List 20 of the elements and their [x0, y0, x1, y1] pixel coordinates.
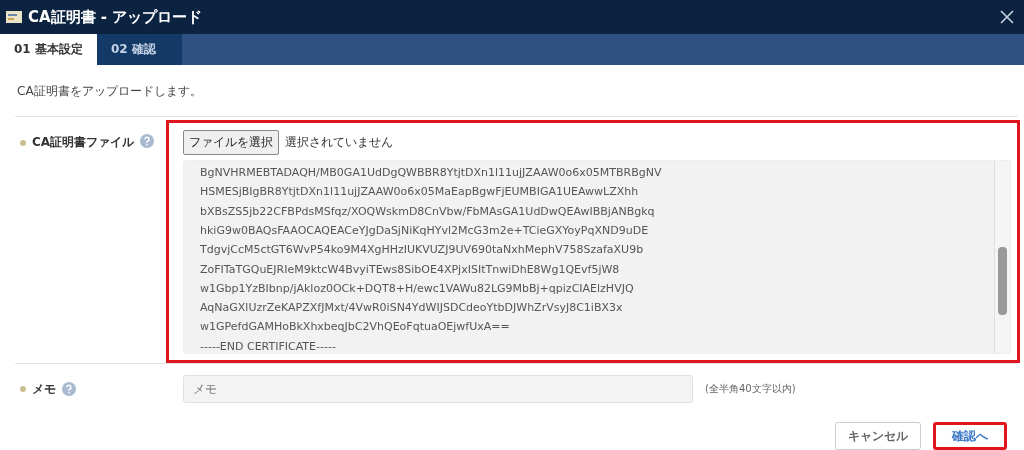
bullet-icon	[20, 386, 26, 392]
certificate-icon	[6, 11, 22, 23]
close-icon[interactable]	[999, 9, 1015, 25]
choose-file-button[interactable]: ファイルを選択	[183, 130, 279, 156]
bullet-icon	[20, 140, 26, 147]
window-title: CA証明書 - アップロード	[28, 7, 204, 27]
memo-input[interactable]: メモ	[183, 375, 693, 403]
hint-text: (全半角40文字以内)	[705, 382, 796, 396]
cancel-button[interactable]: キャンセル	[835, 422, 921, 450]
description-text: CA証明書をアップロードします。	[17, 84, 202, 99]
field-label: メモ	[32, 380, 56, 398]
field-label: CA証明書ファイル	[32, 134, 135, 152]
help-icon[interactable]	[62, 382, 76, 396]
step-tab[interactable]: 01 基本設定	[0, 34, 97, 66]
scrollbar[interactable]	[994, 161, 1010, 354]
file-status-text: 選択されていません	[285, 134, 393, 152]
certificate-textarea[interactable]: BgNVHRMEBTADAQH/MB0GA1UdDgQWBBR8YtjtDXn1l11ujJZAAW0o6x05MTBRBgNV HSMESjBIgBR8YtjtDXn1l11ujJZAAW0o6x05MaEapBgwFjEUMBIGA1UEAwwLZXhh bXBsZS5jb22CFBPdsMSfqz/XOQWskmD8CnVbw/FbMAsGA1UdDwQEAwIBBjANBgkq hkiG9w0BAQsFAAOCAQEACeYJgDaSjNiKqHYvl2McG3m2e+TCieGXYoyPqXND9uDE TdgvjCcM5ctGT6WvP54ko9M4XgHHzIUKVUZJ9UV690taNxhMephV758SzafaXU9b ZoFITaTGQuEJRIeM9ktcW4BvyiTEws8SibOE4XPjxISItTnwiDhE8Wg1QEvf5jW8 w1Gbp1YzBIbnp/jAkloz0OCk+DQT8+H/ewc1VAWu82LG9MbBj+qpizCIAElzHVJQ AqNaGXlUzrZeKAPZXfJMxt/4VwR0iSN4YdWIJSDCdeoYtbDJWhZrVsyJ8C1iBX3x w1GPefdGAMHoBkXhxbeqJbC2VhQEoFqtuaOEjwfUxA== -----END CERTIFICATE-----	[183, 160, 1011, 355]
help-icon[interactable]	[140, 134, 155, 149]
step-tab[interactable]: 02 確認	[96, 34, 182, 66]
confirm-button[interactable]: 確認へ	[933, 422, 1007, 450]
